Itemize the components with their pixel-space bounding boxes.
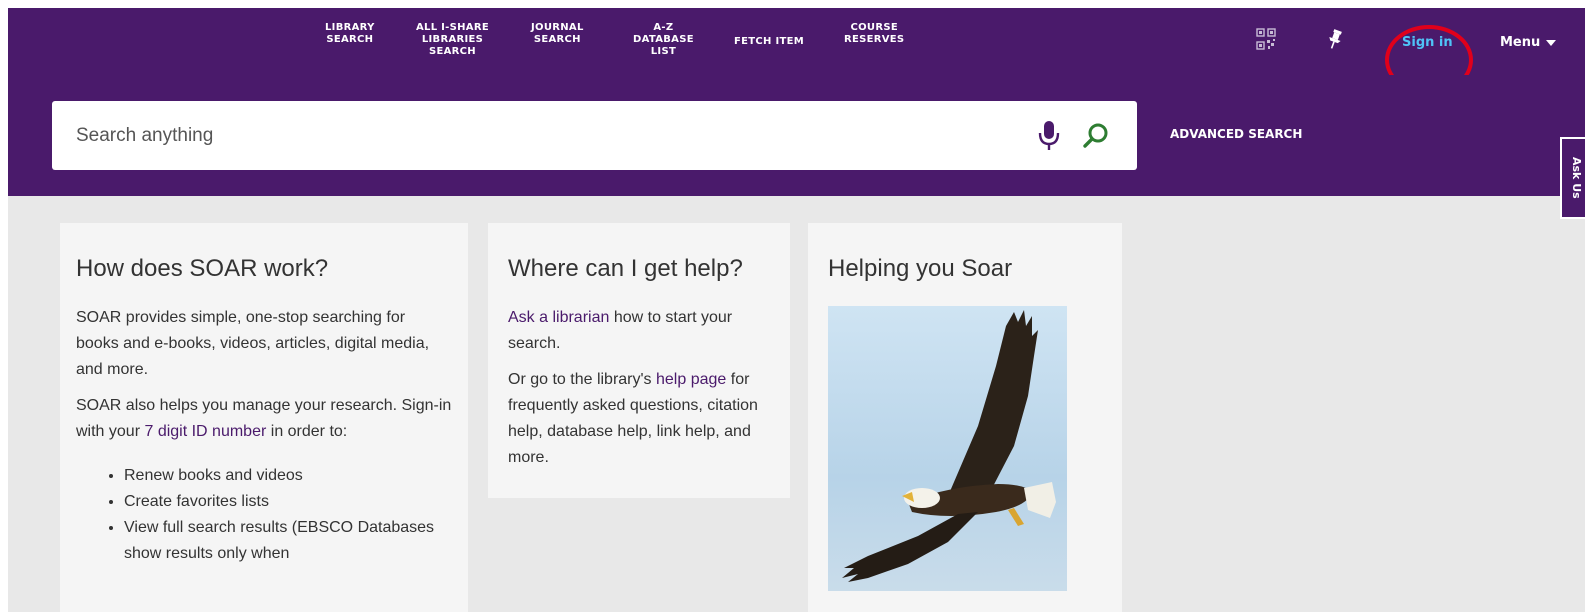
nav-label-line: RESERVES (844, 34, 905, 45)
card-title: Where can I get help? (508, 255, 743, 282)
list-item: Renew books and videos (124, 463, 452, 489)
list-item: View full search results (EBSCO Database… (124, 515, 452, 567)
menu-label: Menu (1500, 35, 1541, 50)
advanced-search-link[interactable]: ADVANCED SEARCH (1170, 127, 1302, 141)
nav-label-line: COURSE (850, 22, 898, 33)
id-number-link[interactable]: 7 digit ID number (144, 423, 266, 440)
nav-label-line: JOURNAL (531, 22, 584, 33)
caret-down-icon (1546, 39, 1557, 46)
ask-librarian-link[interactable]: Ask a librarian (508, 309, 609, 326)
list-item: Create favorites lists (124, 489, 452, 515)
nav-label-line: FETCH ITEM (734, 36, 804, 47)
card-helping-you-soar: Helping you Soar (808, 223, 1122, 612)
nav-label-line: SEARCH (326, 34, 374, 45)
search-icon[interactable] (1082, 122, 1110, 150)
card-title: How does SOAR work? (76, 255, 329, 282)
card-paragraph: Ask a librarian how to start your search… (508, 305, 770, 357)
card-how-soar-works: How does SOAR work? SOAR provides simple… (60, 223, 468, 612)
nav-label-line: LIST (650, 46, 677, 57)
text-segment: in order to: (266, 423, 348, 440)
card-paragraph: Or go to the library's help page for fre… (508, 367, 770, 471)
nav-label-line: SEARCH (533, 34, 581, 45)
page-frame: LIBRARY SEARCH ALL I-SHARE LIBRARIES SEA… (8, 8, 1585, 612)
nav-label-line: DATABASE (633, 34, 694, 45)
menu-button[interactable]: Menu (1500, 35, 1557, 50)
card-get-help: Where can I get help? Ask a librarian ho… (488, 223, 790, 498)
top-navigation-bar: LIBRARY SEARCH ALL I-SHARE LIBRARIES SEA… (8, 8, 1585, 95)
nav-all-ishare-search[interactable]: ALL I-SHARE LIBRARIES SEARCH (416, 22, 489, 58)
search-input[interactable] (74, 115, 978, 157)
nav-course-reserves[interactable]: COURSE RESERVES (844, 22, 904, 46)
help-page-link[interactable]: help page (656, 371, 726, 388)
nav-label-line: ALL I-SHARE (416, 22, 489, 33)
nav-library-search[interactable]: LIBRARY SEARCH (325, 22, 375, 46)
benefits-list: Renew books and videos Create favorites … (76, 463, 452, 567)
nav-label-line: A-Z (653, 22, 674, 33)
nav-az-database-list[interactable]: A-Z DATABASE LIST (633, 22, 694, 58)
ask-us-label: Ask Us (1570, 157, 1583, 199)
text-segment: Or go to the library's (508, 371, 656, 388)
microphone-icon[interactable] (1038, 120, 1060, 152)
card-paragraph: SOAR also helps you manage your research… (76, 393, 452, 445)
nav-label-line: LIBRARY (325, 22, 375, 33)
ask-us-tab[interactable]: Ask Us (1560, 137, 1585, 219)
eagle-image (828, 306, 1067, 591)
nav-fetch-item[interactable]: FETCH ITEM (734, 36, 804, 48)
card-paragraph: SOAR provides simple, one-stop searching… (76, 309, 430, 378)
qr-code-icon[interactable] (1255, 26, 1277, 52)
search-band: ADVANCED SEARCH (8, 75, 1585, 196)
search-box (52, 101, 1137, 170)
nav-label-line: SEARCH (429, 46, 476, 57)
nav-journal-search[interactable]: JOURNAL SEARCH (531, 22, 584, 46)
nav-label-line: LIBRARIES (421, 34, 484, 45)
card-title: Helping you Soar (828, 255, 1013, 282)
pin-icon[interactable] (1324, 26, 1346, 52)
